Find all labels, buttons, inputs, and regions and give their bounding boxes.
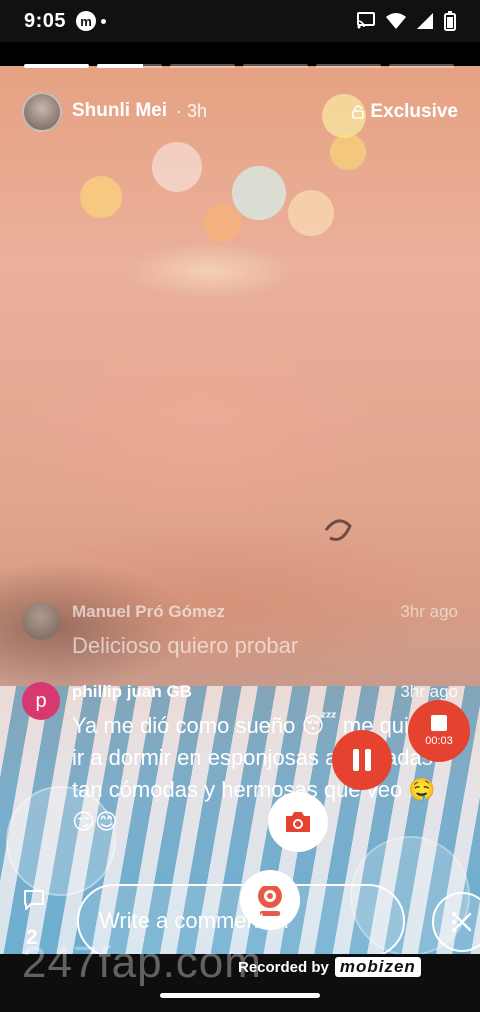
recording-stop-button[interactable]: 00:03 [408,700,470,762]
cast-icon [357,12,375,29]
signal-icon [417,13,433,29]
progress-fill [97,64,143,68]
progress-segment [97,64,162,68]
story-progress [24,64,454,68]
status-bar: 9:05 m [0,0,480,42]
posted-time: · 3h [176,101,208,121]
commenter-avatar[interactable] [22,602,60,640]
navel-piercing-icon [324,519,352,541]
battery-icon [444,11,456,31]
recorder-watermark: Recorded by mobizen [238,957,421,977]
progress-fill [24,64,89,68]
creator-name[interactable]: Shunli Mei [72,100,167,122]
status-icons [356,11,456,31]
status-time: 9:05 [24,9,67,32]
bokeh-light [288,190,334,236]
more-options-icon [452,912,456,932]
site-watermark: 247fap.com [22,938,262,987]
recorded-by-label: Recorded by [238,958,329,976]
commenter-name[interactable]: Manuel Pró Gómez [72,602,225,622]
top-band [0,42,480,66]
recording-pause-button[interactable] [332,730,392,790]
home-indicator[interactable] [160,993,320,998]
mobizen-logo: mobizen [334,957,421,977]
stop-icon [431,715,447,731]
comment-placeholder: Write a comment ... [99,908,290,933]
comment-bubble-icon[interactable] [22,888,46,912]
comment-time: 3hr ago [400,602,458,621]
comment-text: Ya me dió como sueño 😴 me quiero ir a do… [72,713,441,834]
progress-segment [316,64,381,68]
comment-text: Delicioso quiero probar [72,633,299,658]
app-notification-icon: m [76,11,97,31]
exclusive-label: Exclusive [370,101,458,122]
bokeh-light [204,204,242,242]
bokeh-light [330,134,366,170]
bokeh-light [80,176,122,218]
pause-icon [353,749,359,771]
pause-icon [365,749,371,771]
progress-segment [170,64,235,68]
progress-segment [389,64,454,68]
notification-dot-icon [101,18,107,24]
exclusive-badge: Exclusive [352,101,458,123]
camera-icon [286,812,310,832]
bokeh-light [152,142,202,192]
recording-timer: 00:03 [425,735,453,747]
progress-segment [243,64,308,68]
screenshot-button[interactable] [268,792,328,852]
commenter-name[interactable]: phillip juan GB [72,682,192,702]
progress-segment [24,64,89,68]
bokeh-light [232,166,286,220]
lock-icon [352,105,365,119]
creator-avatar[interactable] [22,92,62,132]
comment-time: 3hr ago [400,682,458,701]
wifi-icon [386,13,406,29]
commenter-avatar[interactable]: p [22,682,60,720]
